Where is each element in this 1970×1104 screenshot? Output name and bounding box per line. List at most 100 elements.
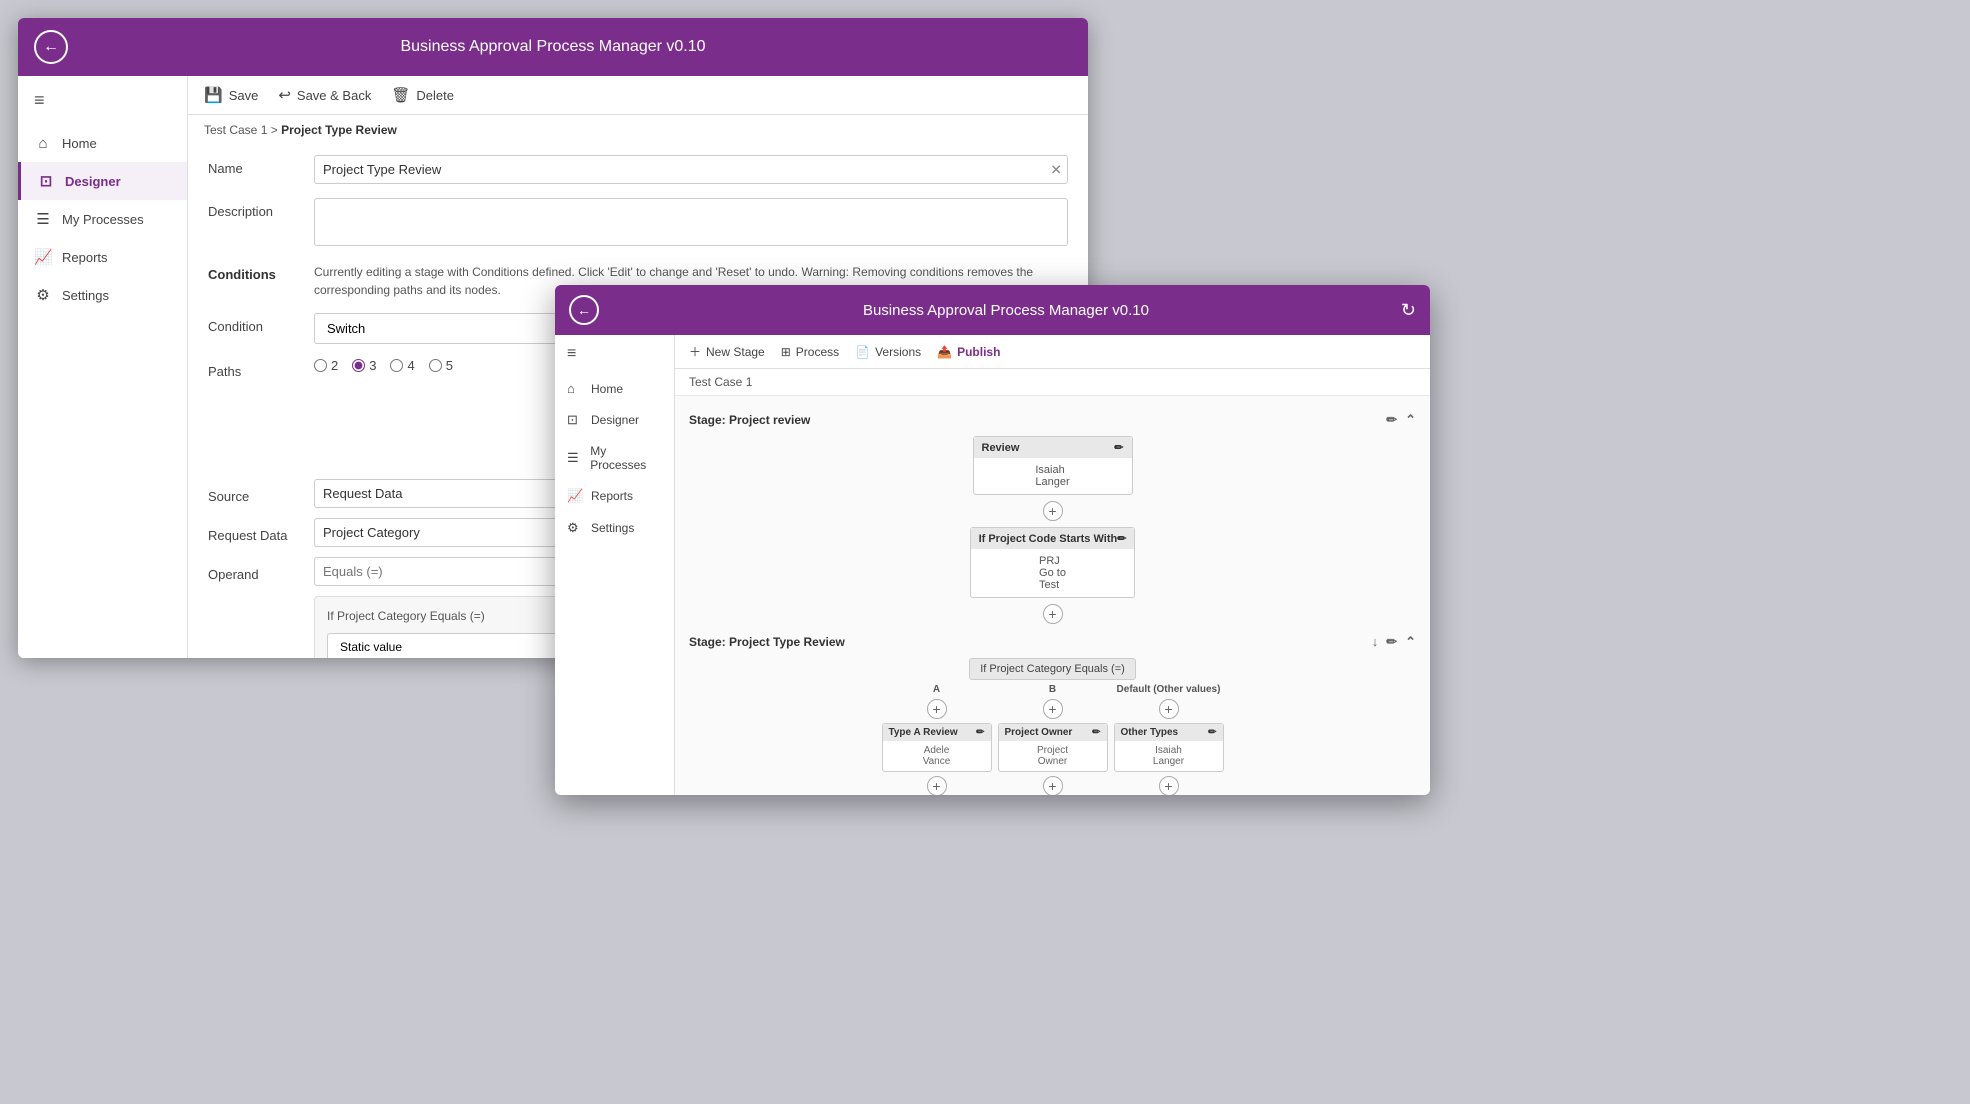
project-owner-person: ProjectOwner bbox=[1037, 745, 1068, 767]
path-radio-2-input[interactable] bbox=[314, 359, 327, 372]
win2-home-label: Home bbox=[591, 382, 623, 396]
stage-ptr-actions: ↓ ✏ ⌃ bbox=[1372, 634, 1416, 650]
switch-stage: If Project Category Equals (=) A + Type … bbox=[689, 658, 1416, 795]
reports-icon: 📈 bbox=[34, 248, 52, 266]
win2-title: Business Approval Process Manager v0.10 bbox=[611, 302, 1401, 319]
win2-main: ＋ New Stage ⊞ Process 📄 Versions 📤 Publi… bbox=[675, 335, 1430, 795]
win2-titlebar: ← Business Approval Process Manager v0.1… bbox=[555, 285, 1430, 335]
delete-label: Delete bbox=[416, 88, 454, 103]
save-button[interactable]: 💾 Save bbox=[204, 86, 258, 104]
other-types-edit-icon[interactable]: ✏ bbox=[1208, 727, 1216, 738]
path-default-label: Default (Other values) bbox=[1117, 684, 1221, 695]
win1-back-button[interactable]: ← bbox=[34, 30, 68, 64]
path-radio-4[interactable]: 4 bbox=[390, 358, 414, 373]
win2-toolbar: ＋ New Stage ⊞ Process 📄 Versions 📤 Publi… bbox=[675, 335, 1430, 369]
path-radio-5[interactable]: 5 bbox=[429, 358, 453, 373]
delete-button[interactable]: 🗑 Delete bbox=[391, 86, 454, 104]
versions-button[interactable]: 📄 Versions bbox=[855, 345, 921, 359]
description-row: Description bbox=[208, 198, 1068, 249]
breadcrumb-parent: Test Case 1 bbox=[204, 123, 267, 137]
sidebar-item-home[interactable]: ⌂ Home bbox=[18, 125, 187, 162]
if-project-code-edit-icon[interactable]: ✏ bbox=[1117, 532, 1126, 545]
win2-sidebar-reports[interactable]: 📈 Reports bbox=[555, 480, 674, 512]
path-radio-2[interactable]: 2 bbox=[314, 358, 338, 373]
win2-designer-icon: ⊡ bbox=[567, 412, 583, 428]
request-data-label: Request Data bbox=[208, 522, 298, 543]
delete-icon: 🗑 bbox=[391, 86, 410, 104]
path-2-label: 2 bbox=[331, 358, 338, 373]
plus-btn-path-b[interactable]: + bbox=[1043, 699, 1063, 719]
plus-btn-path-default-bottom[interactable]: + bbox=[1159, 776, 1179, 795]
win1-sidebar: ≡ ⌂ Home ⊡ Designer ☰ My Processes 📈 Rep… bbox=[18, 76, 188, 658]
expand-icon-ptr[interactable]: ⌃ bbox=[1405, 634, 1416, 650]
source-label: Source bbox=[208, 483, 298, 504]
breadcrumb: Test Case 1 > Project Type Review bbox=[188, 115, 1088, 145]
plus-btn-after-review[interactable]: + bbox=[1043, 501, 1063, 521]
expand-icon-review[interactable]: ⌃ bbox=[1405, 412, 1416, 428]
path-3-label: 3 bbox=[369, 358, 376, 373]
name-row: Name ✕ bbox=[208, 155, 1068, 184]
win2-myprocesses-icon: ☰ bbox=[567, 450, 582, 466]
name-input[interactable] bbox=[314, 155, 1068, 184]
plus-btn-path-a[interactable]: + bbox=[927, 699, 947, 719]
win2-sidebar-settings[interactable]: ⚙ Settings bbox=[555, 512, 674, 544]
other-types-header: Other Types ✏ bbox=[1115, 724, 1223, 741]
stage-project-review-header: Stage: Project review ✏ ⌃ bbox=[689, 412, 1416, 428]
sidebar-item-settings[interactable]: ⚙ Settings bbox=[18, 276, 187, 314]
other-types-person: IsaiahLanger bbox=[1153, 745, 1184, 767]
sidebar-menu-icon[interactable]: ≡ bbox=[18, 76, 187, 125]
breadcrumb-current: Project Type Review bbox=[281, 123, 397, 137]
plus-btn-path-a-bottom[interactable]: + bbox=[927, 776, 947, 795]
win2-breadcrumb: Test Case 1 bbox=[675, 369, 1430, 396]
type-a-edit-icon[interactable]: ✏ bbox=[976, 727, 984, 738]
save-back-icon: ↩ bbox=[278, 86, 291, 104]
review-node-body: IsaiahLanger bbox=[974, 458, 1132, 494]
edit-icon-review[interactable]: ✏ bbox=[1386, 412, 1397, 428]
project-owner-node: Project Owner ✏ ProjectOwner bbox=[998, 723, 1108, 772]
process-button[interactable]: ⊞ Process bbox=[781, 345, 839, 359]
sidebar-home-label: Home bbox=[62, 136, 97, 151]
win2-sidebar-myprocesses[interactable]: ☰ My Processes bbox=[555, 436, 674, 480]
sidebar-item-myprocesses[interactable]: ☰ My Processes bbox=[18, 200, 187, 238]
sidebar-item-reports[interactable]: 📈 Reports bbox=[18, 238, 187, 276]
new-stage-button[interactable]: ＋ New Stage bbox=[689, 343, 765, 360]
project-owner-edit-icon[interactable]: ✏ bbox=[1092, 727, 1100, 738]
save-back-button[interactable]: ↩ Save & Back bbox=[278, 86, 371, 104]
refresh-icon[interactable]: ↻ bbox=[1401, 300, 1416, 321]
conditions-label: Conditions bbox=[208, 263, 298, 282]
project-owner-body: ProjectOwner bbox=[999, 741, 1107, 771]
win2-sidebar-designer[interactable]: ⊡ Designer bbox=[555, 404, 674, 436]
win2-reports-icon: 📈 bbox=[567, 488, 583, 504]
win2-menu-icon[interactable]: ≡ bbox=[555, 335, 674, 373]
win2-canvas[interactable]: Stage: Project review ✏ ⌃ Review ✏ Isaia… bbox=[675, 396, 1430, 795]
other-types-title: Other Types bbox=[1121, 727, 1179, 738]
path-radio-4-input[interactable] bbox=[390, 359, 403, 372]
breadcrumb-sep: > bbox=[271, 123, 281, 137]
win2-designer-label: Designer bbox=[591, 413, 639, 427]
win2-myprocesses-label: My Processes bbox=[590, 444, 662, 472]
versions-icon: 📄 bbox=[855, 345, 870, 359]
description-textarea[interactable] bbox=[314, 198, 1068, 246]
name-clear-icon[interactable]: ✕ bbox=[1050, 161, 1062, 178]
down-icon-ptr[interactable]: ↓ bbox=[1372, 634, 1379, 650]
win2-back-button[interactable]: ← bbox=[569, 295, 599, 325]
publish-button[interactable]: 📤 Publish bbox=[937, 345, 1000, 359]
sidebar-item-designer[interactable]: ⊡ Designer bbox=[18, 162, 187, 200]
edit-icon-ptr[interactable]: ✏ bbox=[1386, 634, 1397, 650]
project-owner-title: Project Owner bbox=[1005, 727, 1073, 738]
path-radio-5-input[interactable] bbox=[429, 359, 442, 372]
plus-btn-path-b-bottom[interactable]: + bbox=[1043, 776, 1063, 795]
review-node-edit-icon[interactable]: ✏ bbox=[1114, 441, 1123, 454]
path-radio-3-input[interactable] bbox=[352, 359, 365, 372]
project-owner-header: Project Owner ✏ bbox=[999, 724, 1107, 741]
path-radio-3[interactable]: 3 bbox=[352, 358, 376, 373]
plus-btn-path-default[interactable]: + bbox=[1159, 699, 1179, 719]
switch-paths-container: A + Type A Review ✏ AdeleVance bbox=[689, 684, 1416, 795]
if-project-code-title: If Project Code Starts With bbox=[979, 533, 1118, 545]
win2-sidebar-home[interactable]: ⌂ Home bbox=[555, 373, 674, 404]
condition-label: Condition bbox=[208, 313, 298, 334]
plus-btn-after-if[interactable]: + bbox=[1043, 604, 1063, 624]
review-node-card: Review ✏ IsaiahLanger bbox=[973, 436, 1133, 495]
switch-path-a: A + Type A Review ✏ AdeleVance bbox=[882, 684, 992, 795]
win2-sidebar: ≡ ⌂ Home ⊡ Designer ☰ My Processes 📈 Rep… bbox=[555, 335, 675, 795]
